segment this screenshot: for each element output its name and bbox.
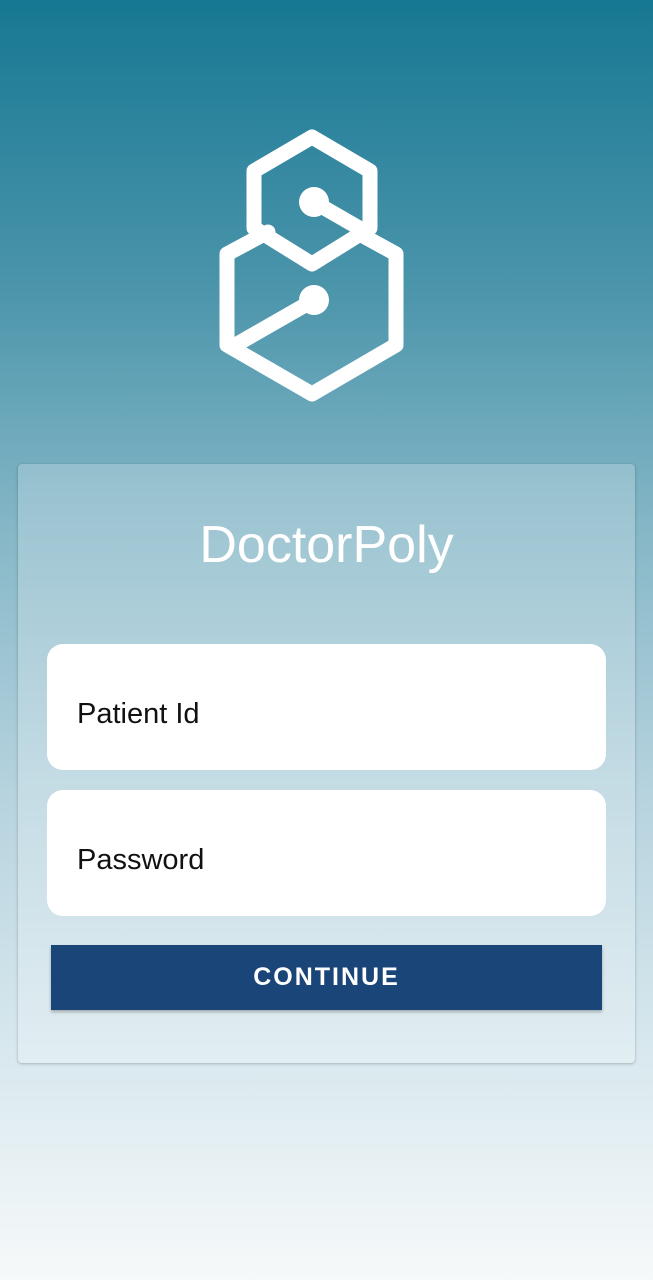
app-title: DoctorPoly — [199, 516, 454, 574]
patient-id-input[interactable]: Patient Id — [47, 644, 606, 770]
continue-button[interactable]: CONTINUE — [51, 945, 602, 1010]
password-placeholder: Password — [77, 844, 205, 876]
hexagon-link-logo-icon — [219, 129, 404, 402]
login-card: DoctorPoly Patient Id Password CONTINUE — [18, 464, 635, 1063]
patient-id-placeholder: Patient Id — [77, 698, 200, 730]
password-input[interactable]: Password — [47, 790, 606, 916]
